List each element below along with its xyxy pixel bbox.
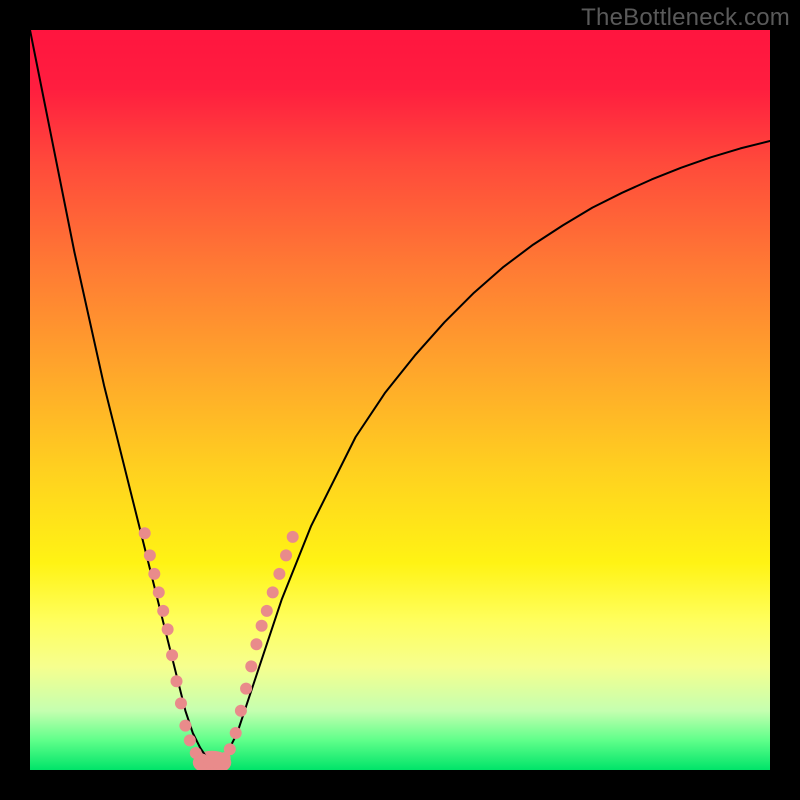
data-point: [287, 531, 299, 543]
data-point: [240, 683, 252, 695]
data-point: [144, 549, 156, 561]
data-point: [235, 705, 247, 717]
data-point: [175, 697, 187, 709]
data-point: [157, 605, 169, 617]
data-point: [256, 620, 268, 632]
data-point: [148, 568, 160, 580]
data-point: [224, 743, 236, 755]
data-point: [261, 605, 273, 617]
bottleneck-chart: [30, 30, 770, 770]
data-point: [250, 638, 262, 650]
data-point: [230, 727, 242, 739]
data-point: [267, 586, 279, 598]
data-point: [153, 586, 165, 598]
data-point: [245, 660, 257, 672]
data-point: [273, 568, 285, 580]
data-point: [184, 734, 196, 746]
bottleneck-curve: [30, 30, 770, 763]
data-point: [171, 675, 183, 687]
data-point: [179, 720, 191, 732]
data-point: [139, 527, 151, 539]
data-point: [280, 549, 292, 561]
data-point: [166, 649, 178, 661]
data-point: [162, 623, 174, 635]
watermark-text: TheBottleneck.com: [581, 4, 790, 32]
